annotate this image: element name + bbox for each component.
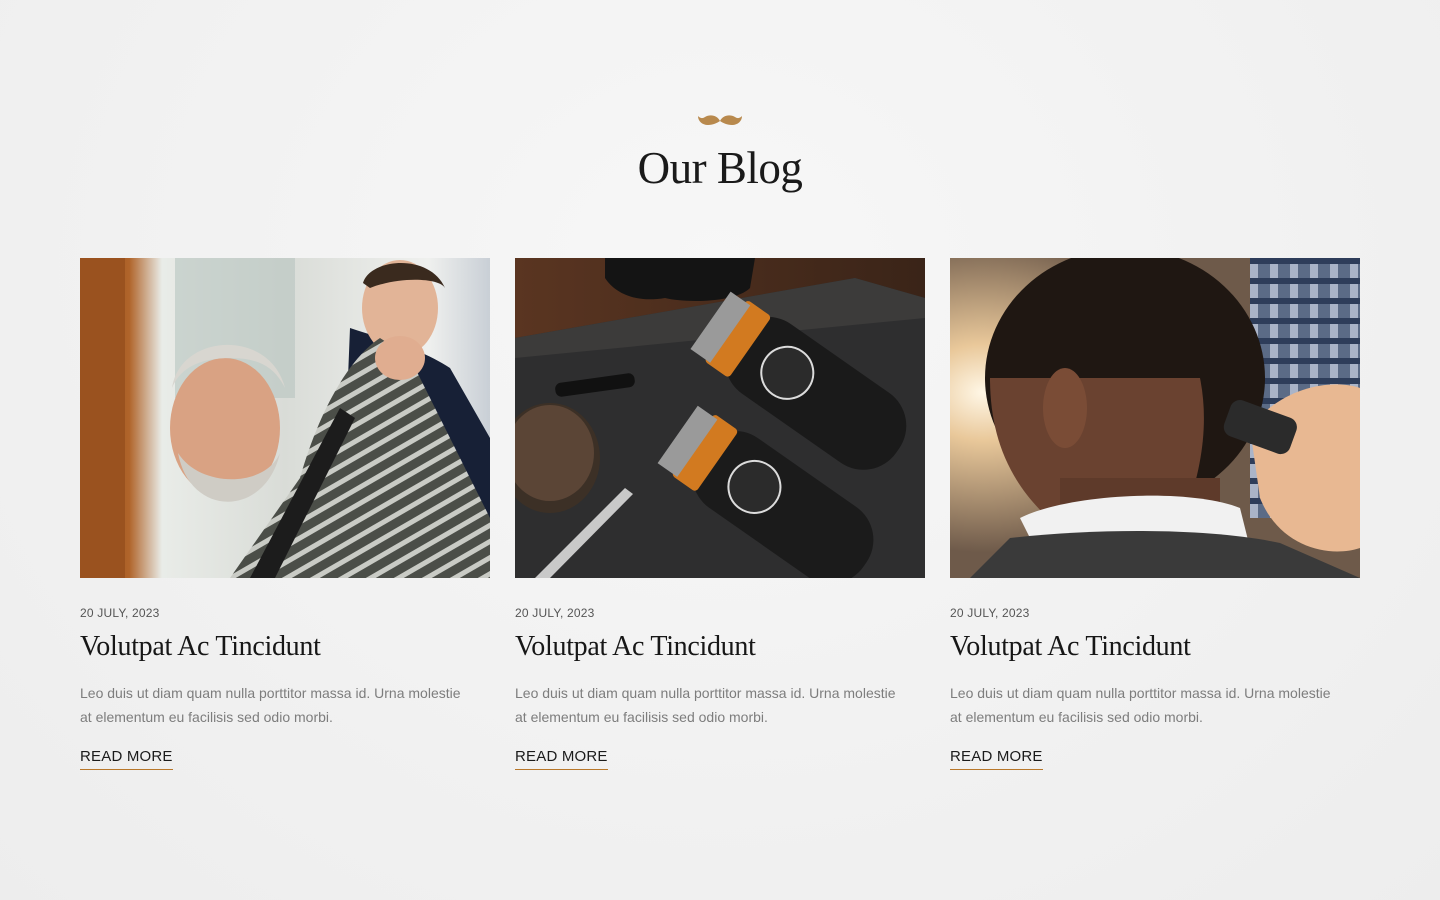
man-getting-neck-trim-photo [950,258,1360,578]
blog-card: 20 JULY, 2023 Volutpat Ac Tincidunt Leo … [515,258,925,770]
blog-card-title[interactable]: Volutpat Ac Tincidunt [515,630,925,664]
blog-card-date: 20 JULY, 2023 [515,606,595,620]
blog-card-excerpt: Leo duis ut diam quam nulla porttitor ma… [80,685,461,725]
read-more-link[interactable]: READ MORE [950,748,1043,770]
blog-card: 20 JULY, 2023 Volutpat Ac Tincidunt Leo … [950,258,1360,770]
blog-card: 20 JULY, 2023 Volutpat Ac Tincidunt Leo … [80,258,490,770]
blog-card-image[interactable] [950,258,1360,578]
blog-card-title[interactable]: Volutpat Ac Tincidunt [950,630,1360,664]
blog-card-date: 20 JULY, 2023 [950,606,1030,620]
blog-card-image[interactable] [80,258,490,578]
hair-clippers-on-slate-photo [515,258,925,578]
blog-card-image[interactable] [515,258,925,578]
blog-card-excerpt: Leo duis ut diam quam nulla porttitor ma… [950,685,1331,725]
blog-card-excerpt: Leo duis ut diam quam nulla porttitor ma… [515,685,896,725]
blog-card-date: 20 JULY, 2023 [80,606,160,620]
barber-placing-cape-on-senior-man-photo [80,258,490,578]
blog-section-header: Our Blog [0,112,1440,194]
read-more-link[interactable]: READ MORE [515,748,608,770]
mustache-icon [698,115,742,125]
read-more-link[interactable]: READ MORE [80,748,173,770]
blog-card-list: 20 JULY, 2023 Volutpat Ac Tincidunt Leo … [80,258,1360,770]
section-title: Our Blog [637,143,803,193]
blog-card-title[interactable]: Volutpat Ac Tincidunt [80,630,490,664]
